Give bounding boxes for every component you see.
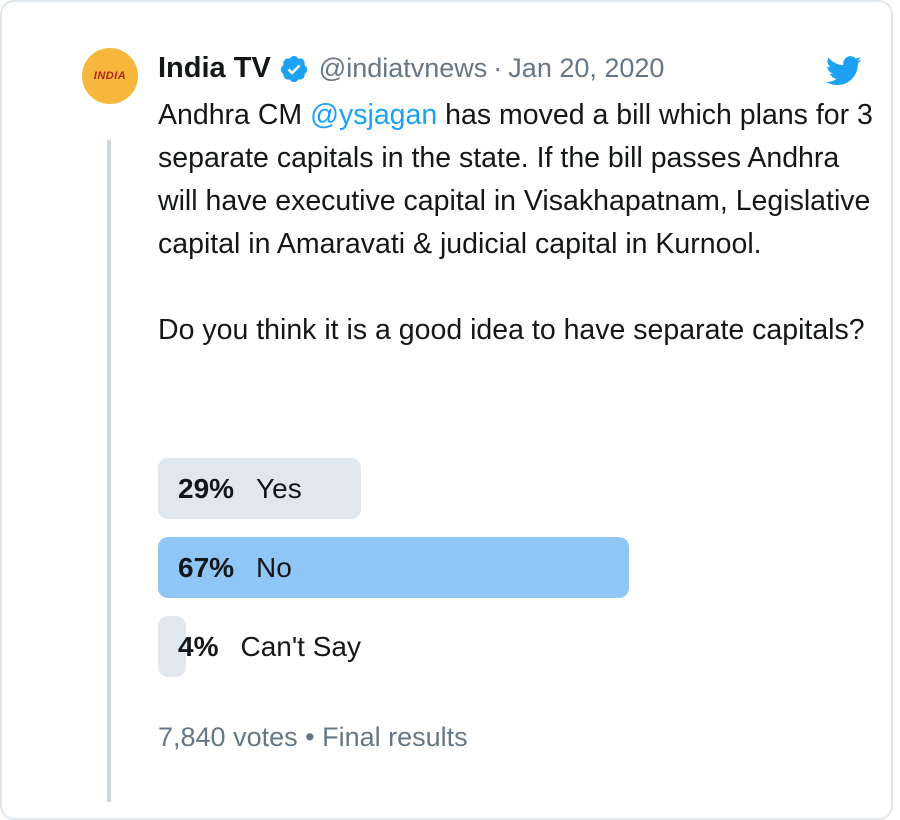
poll-choice: No	[256, 551, 292, 583]
tweet-text: Andhra CM @ysjagan has moved a bill whic…	[158, 94, 878, 352]
poll-status: Final results	[322, 722, 468, 752]
avatar-logo-text: INDIA	[93, 70, 127, 82]
poll-percent: 29%	[178, 472, 235, 504]
poll-option-label: 67% No	[178, 537, 292, 598]
tweet-header: India TV @indiatvnews · Jan 20, 2020	[158, 52, 664, 85]
poll-percent: 67%	[178, 551, 235, 583]
verified-badge-icon	[280, 55, 308, 82]
vote-count: 7,840 votes	[158, 722, 298, 752]
poll-choice: Can't Say	[240, 630, 361, 662]
tweet-date[interactable]: Jan 20, 2020	[508, 53, 664, 84]
author-name[interactable]: India TV	[158, 52, 271, 85]
avatar[interactable]: INDIA	[82, 48, 138, 104]
footer-separator: •	[305, 722, 315, 752]
poll-percent: 4%	[178, 630, 219, 662]
thread-line	[107, 140, 111, 802]
mention-link[interactable]: @ysjagan	[310, 99, 437, 131]
poll-option-label: 4% Can't Say	[178, 616, 361, 677]
poll-choice: Yes	[256, 472, 302, 504]
header-separator: ·	[493, 53, 503, 83]
tweet-body-start: Andhra CM	[158, 99, 311, 131]
poll-footer: 7,840 votes • Final results	[158, 722, 468, 753]
twitter-bird-icon[interactable]	[826, 56, 862, 86]
poll-option-yes: 29% Yes	[158, 458, 798, 519]
poll-question: Do you think it is a good idea to have s…	[158, 314, 865, 346]
poll: 29% Yes 67% No 4% Can't Say	[158, 458, 798, 695]
poll-option-label: 29% Yes	[178, 458, 302, 519]
author-handle[interactable]: @indiatvnews	[319, 53, 488, 84]
tweet-body: Andhra CM @ysjagan has moved a bill whic…	[158, 94, 878, 266]
poll-option-no: 67% No	[158, 537, 798, 598]
poll-option-cant-say: 4% Can't Say	[158, 616, 798, 677]
